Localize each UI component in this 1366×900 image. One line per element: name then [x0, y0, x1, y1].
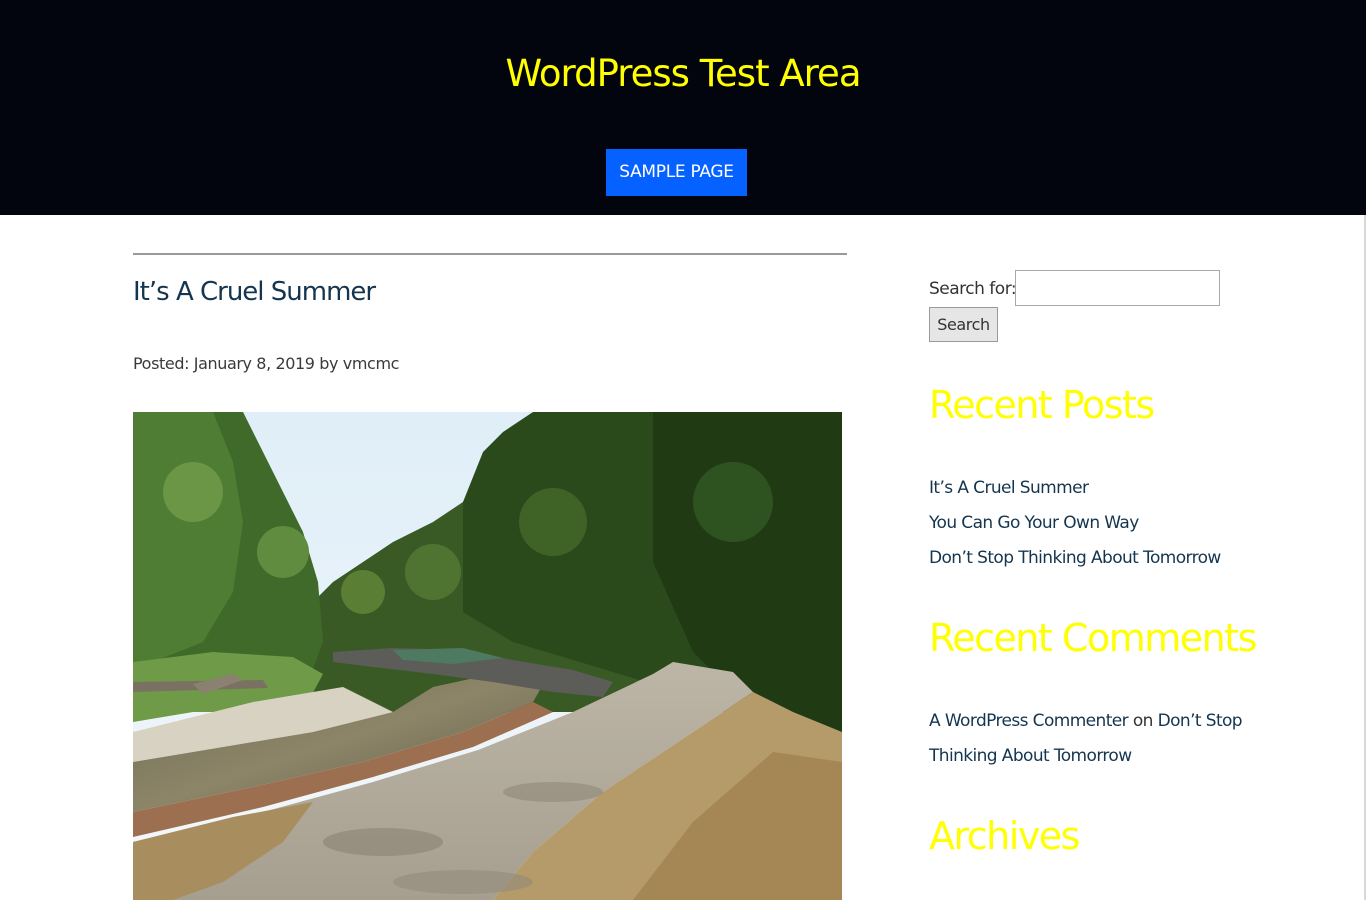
post-meta-prefix: Posted:: [133, 354, 194, 373]
search-label: Search for:: [929, 279, 1017, 299]
widget-title-archives: Archives: [929, 814, 1080, 858]
post-author[interactable]: vmcmc: [343, 354, 400, 373]
post-meta: Posted: January 8, 2019 by vmcmc: [133, 352, 399, 376]
recent-comment: A WordPress Commenter on Don’t Stop: [929, 709, 1243, 733]
comment-on-text: on: [1128, 711, 1158, 731]
comment-author-link[interactable]: A WordPress Commenter: [929, 711, 1129, 731]
widget-title-recent-comments: Recent Comments: [929, 616, 1257, 660]
search-button[interactable]: Search: [929, 307, 998, 342]
site-header: WordPress Test Area SAMPLE PAGE: [0, 0, 1366, 215]
post-date[interactable]: January 8, 2019: [194, 354, 315, 373]
comment-post-link[interactable]: Don’t Stop: [1158, 711, 1243, 731]
site-title[interactable]: WordPress Test Area: [0, 50, 1366, 98]
recent-post-link[interactable]: Don’t Stop Thinking About Tomorrow: [929, 546, 1221, 570]
post-divider: [133, 253, 847, 255]
search-input[interactable]: [1015, 270, 1220, 306]
widget-title-recent-posts: Recent Posts: [929, 383, 1155, 427]
river-path-photo: [133, 412, 842, 900]
recent-comment-continued: Thinking About Tomorrow: [929, 744, 1132, 768]
recent-post-link[interactable]: You Can Go Your Own Way: [929, 511, 1139, 535]
post-title[interactable]: It’s A Cruel Summer: [133, 275, 376, 309]
comment-post-link-continued[interactable]: Thinking About Tomorrow: [929, 746, 1132, 766]
recent-post-link[interactable]: It’s A Cruel Summer: [929, 476, 1089, 500]
nav-item-sample-page[interactable]: SAMPLE PAGE: [606, 149, 747, 196]
post-meta-by: by: [314, 354, 343, 373]
post-featured-image[interactable]: [133, 412, 842, 900]
